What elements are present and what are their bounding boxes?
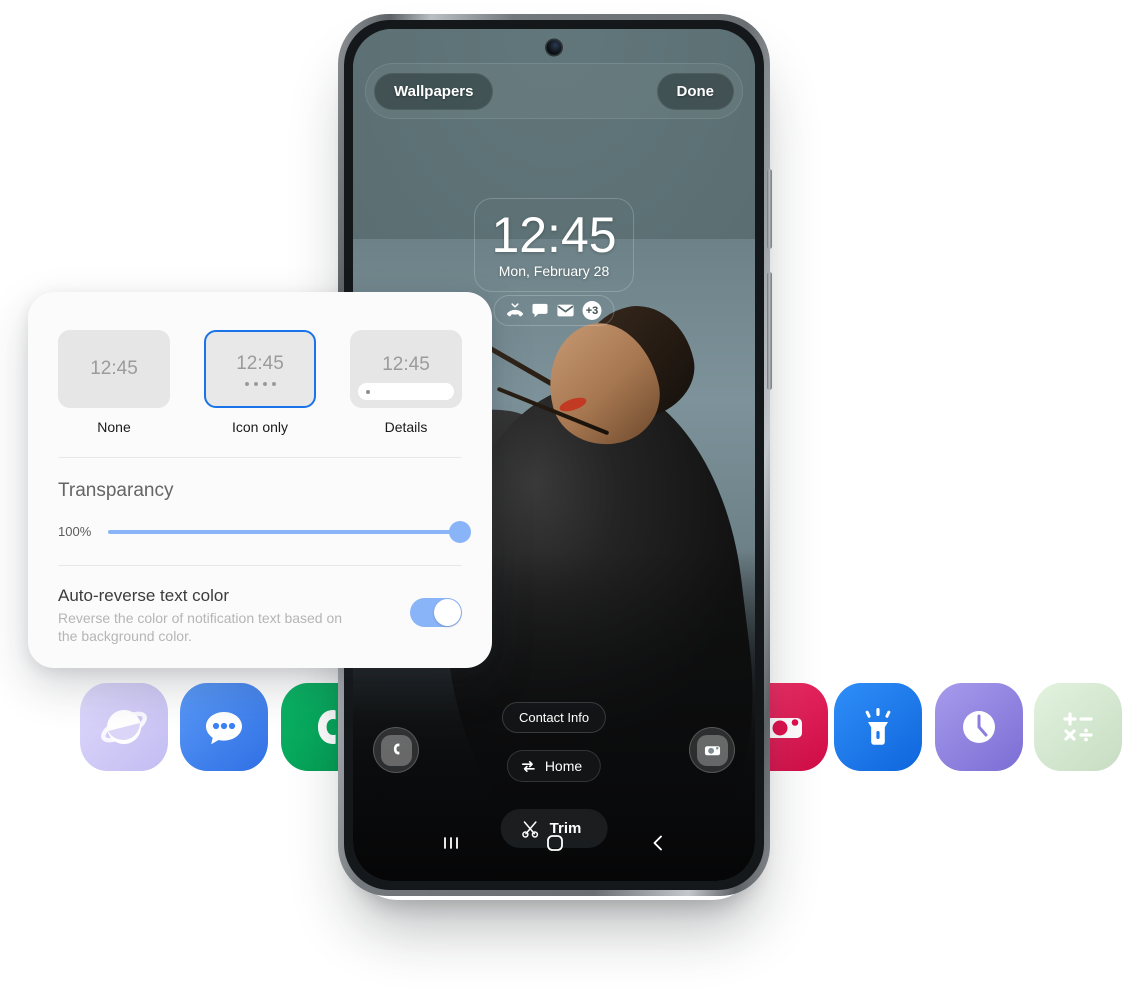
message-bubble-icon: [206, 712, 242, 745]
camera-icon: [704, 745, 720, 755]
style-option-none[interactable]: 12:45 None: [58, 330, 170, 435]
contact-info-button[interactable]: Contact Info: [501, 702, 607, 733]
camera-shortcut[interactable]: [689, 727, 735, 773]
style-option-details[interactable]: 12:45 Details: [350, 330, 462, 435]
volume-button[interactable]: [767, 169, 772, 249]
divider-top: [58, 457, 462, 458]
phone-shortcut-inner: [380, 734, 412, 766]
style-label-details: Details: [384, 419, 428, 435]
thumb-notification-dots: [244, 381, 276, 386]
style-label-icon-only: Icon only: [231, 419, 289, 435]
swap-icon: [521, 760, 535, 772]
home-icon[interactable]: [544, 832, 566, 854]
done-button[interactable]: Done: [656, 72, 734, 110]
divider-bottom: [58, 565, 462, 566]
back-icon[interactable]: [648, 833, 668, 853]
thumb-time: 12:45: [382, 353, 430, 375]
style-thumb-none: 12:45: [58, 330, 170, 408]
screenshot-root: Wallpapers Done 12:45 Mon, February 28 +…: [0, 0, 1140, 1000]
wallpapers-button[interactable]: Wallpapers: [374, 72, 494, 110]
app-icon-clock[interactable]: [935, 683, 1023, 771]
thumb-detail-bar: [358, 383, 454, 400]
app-icon-flashlight[interactable]: [834, 683, 922, 771]
lockscreen-clock-widget[interactable]: 12:45 Mon, February 28: [474, 198, 634, 292]
notification-style-options: 12:45 None 12:45 Icon only 12:45 Details: [58, 292, 462, 435]
slider-knob[interactable]: [449, 520, 471, 543]
app-icon-messages[interactable]: [180, 683, 268, 771]
clock-date: Mon, February 28: [498, 263, 610, 279]
lockscreen-notification-icons[interactable]: +3: [493, 295, 615, 326]
missed-call-icon: [506, 303, 524, 317]
phone-shortcut[interactable]: [373, 727, 419, 773]
auto-reverse-row[interactable]: Auto-reverse text color Reverse the colo…: [58, 586, 462, 646]
transparency-value: 100%: [58, 524, 92, 539]
internet-icon: [101, 710, 147, 744]
style-thumb-details: 12:45: [350, 330, 462, 408]
notification-overflow-badge: +3: [582, 301, 602, 320]
style-label-none: None: [97, 419, 131, 435]
front-camera-icon: [546, 40, 562, 55]
app-icon-samsung-internet[interactable]: [80, 683, 168, 771]
phone-icon: [393, 743, 400, 755]
clock-time: 12:45: [491, 207, 617, 263]
thumb-time: 12:45: [236, 352, 284, 374]
message-bubble-icon: [532, 303, 548, 318]
calculator-icon: [1063, 712, 1093, 742]
toggle-knob: [434, 599, 461, 626]
notification-settings-panel: 12:45 None 12:45 Icon only 12:45 Details…: [28, 292, 492, 668]
recents-icon[interactable]: [440, 834, 462, 852]
clock-icon: [963, 711, 995, 743]
auto-reverse-toggle[interactable]: [410, 598, 462, 627]
transparency-title: Transparancy: [58, 480, 174, 501]
app-icon-calculator[interactable]: [1034, 683, 1122, 771]
transparency-slider[interactable]: [108, 520, 471, 543]
auto-reverse-description: Reverse the color of notification text b…: [58, 610, 343, 645]
android-navigation-bar: [353, 823, 755, 863]
lockscreen-top-bar: Wallpapers Done: [365, 63, 743, 119]
home-button[interactable]: Home: [506, 750, 602, 782]
flashlight-icon: [865, 708, 891, 745]
power-button[interactable]: [767, 272, 772, 390]
auto-reverse-title: Auto-reverse text color: [58, 586, 230, 605]
thumb-time: 12:45: [90, 358, 138, 379]
envelope-icon: [557, 304, 574, 317]
style-option-icon-only[interactable]: 12:45 Icon only: [204, 330, 316, 435]
home-label: Home: [544, 758, 583, 774]
camera-shortcut-inner: [696, 734, 728, 766]
transparency-slider-row[interactable]: 100%: [58, 520, 471, 543]
style-thumb-icon-only: 12:45: [204, 330, 316, 408]
